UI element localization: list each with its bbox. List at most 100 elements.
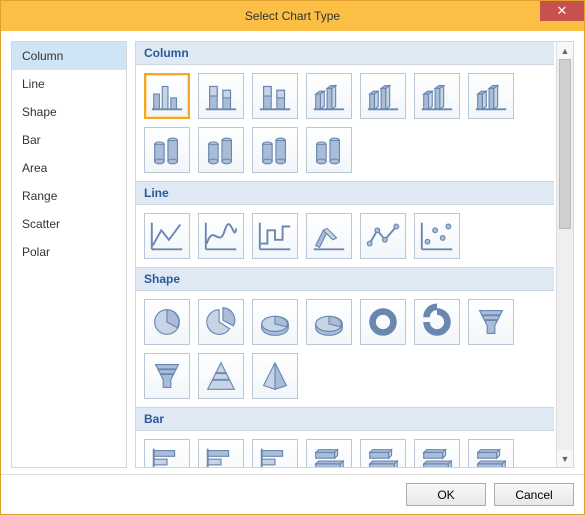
- scroll-track[interactable]: [557, 59, 573, 450]
- chart-thumb-funnel[interactable]: [468, 299, 514, 345]
- chart-thumb-3d-column[interactable]: [468, 73, 514, 119]
- 100-stacked-column-icon: [256, 77, 294, 115]
- chart-thumb-pyramid[interactable]: [198, 353, 244, 399]
- category-sidebar: ColumnLineShapeBarAreaRangeScatterPolar: [11, 41, 127, 468]
- chart-thumb-stacked-bar[interactable]: [198, 439, 244, 467]
- funnel-icon: [472, 303, 510, 341]
- chart-thumb-stacked-column[interactable]: [198, 73, 244, 119]
- pie-icon: [148, 303, 186, 341]
- scroll-up-arrow-icon[interactable]: ▲: [557, 42, 573, 59]
- 3d-pie-icon: [256, 303, 294, 341]
- 3d-clustered-bar-icon: [310, 443, 348, 467]
- 3d-exploded-pie-icon: [310, 303, 348, 341]
- exploded-pie-icon: [202, 303, 240, 341]
- dialog-footer: OK Cancel: [1, 474, 584, 514]
- sidebar-item-scatter[interactable]: Scatter: [12, 210, 126, 238]
- chart-thumb-exploded-pie[interactable]: [198, 299, 244, 345]
- chart-thumb-100-stacked-column[interactable]: [252, 73, 298, 119]
- sidebar-item-area[interactable]: Area: [12, 154, 126, 182]
- scatter-line-icon: [418, 217, 456, 255]
- funnel-3d-icon: [148, 357, 186, 395]
- 3d-stacked-bar-icon: [364, 443, 402, 467]
- chart-thumb-clustered-bar[interactable]: [144, 439, 190, 467]
- chart-thumb-step-line[interactable]: [252, 213, 298, 259]
- 3d-100-stacked-column-icon: [418, 77, 456, 115]
- chart-thumb-3d-exploded-pie[interactable]: [306, 299, 352, 345]
- thumb-grid-shape: [136, 291, 554, 407]
- spline-icon: [202, 217, 240, 255]
- 3d-column-icon: [472, 77, 510, 115]
- vertical-scrollbar[interactable]: ▲ ▼: [556, 42, 573, 467]
- 100-stacked-cylinder-icon: [256, 131, 294, 169]
- dialog-window: Select Chart Type ✕ ColumnLineShapeBarAr…: [0, 0, 585, 515]
- thumb-grid-column: [136, 65, 554, 181]
- sidebar-item-range[interactable]: Range: [12, 182, 126, 210]
- chart-thumb-spline[interactable]: [198, 213, 244, 259]
- chart-thumb-3d-line[interactable]: [306, 213, 352, 259]
- sidebar-item-polar[interactable]: Polar: [12, 238, 126, 266]
- step-line-icon: [256, 217, 294, 255]
- section-header-shape: Shape: [136, 267, 554, 291]
- cancel-button-label: Cancel: [515, 488, 552, 502]
- chart-thumb-funnel-3d[interactable]: [144, 353, 190, 399]
- chart-thumb-3d-100-stacked-column[interactable]: [414, 73, 460, 119]
- chart-thumb-3d-clustered-bar[interactable]: [306, 439, 352, 467]
- sidebar-item-column[interactable]: Column: [12, 42, 126, 70]
- clustered-cylinder-icon: [148, 131, 186, 169]
- 3d-clustered-column-icon: [310, 77, 348, 115]
- stacked-bar-icon: [202, 443, 240, 467]
- thumb-grid-bar: [136, 431, 554, 467]
- ok-button[interactable]: OK: [406, 483, 486, 506]
- chart-thumb-pie[interactable]: [144, 299, 190, 345]
- line-with-markers-icon: [364, 217, 402, 255]
- doughnut-icon: [364, 303, 402, 341]
- window-title: Select Chart Type: [245, 9, 340, 23]
- 3d-stacked-column-icon: [364, 77, 402, 115]
- ok-button-label: OK: [437, 488, 454, 502]
- chart-thumb-clustered-cylinder[interactable]: [144, 127, 190, 173]
- chart-thumb-clustered-column[interactable]: [144, 73, 190, 119]
- sidebar-item-shape[interactable]: Shape: [12, 98, 126, 126]
- scroll-down-arrow-icon[interactable]: ▼: [557, 450, 573, 467]
- pyramid-3d-icon: [256, 357, 294, 395]
- title-bar: Select Chart Type ✕: [1, 1, 584, 31]
- 3d-cylinder-icon: [310, 131, 348, 169]
- chart-thumb-exploded-doughnut[interactable]: [414, 299, 460, 345]
- chart-gallery: Column Line Shape Bar ▲ ▼: [135, 41, 574, 468]
- pyramid-icon: [202, 357, 240, 395]
- 100-stacked-bar-icon: [256, 443, 294, 467]
- chart-thumb-100-stacked-bar[interactable]: [252, 439, 298, 467]
- chart-thumb-3d-clustered-column[interactable]: [306, 73, 352, 119]
- chart-thumb-line-with-markers[interactable]: [360, 213, 406, 259]
- thumb-grid-line: [136, 205, 554, 267]
- sidebar-item-bar[interactable]: Bar: [12, 126, 126, 154]
- cancel-button[interactable]: Cancel: [494, 483, 574, 506]
- chart-thumb-100-stacked-cylinder[interactable]: [252, 127, 298, 173]
- section-header-line: Line: [136, 181, 554, 205]
- section-header-bar: Bar: [136, 407, 554, 431]
- 3d-bar-icon: [472, 443, 510, 467]
- chart-thumb-line[interactable]: [144, 213, 190, 259]
- 3d-line-icon: [310, 217, 348, 255]
- line-icon: [148, 217, 186, 255]
- chart-thumb-3d-bar[interactable]: [468, 439, 514, 467]
- section-header-column: Column: [136, 42, 554, 65]
- chart-thumb-3d-pie[interactable]: [252, 299, 298, 345]
- content-area: ColumnLineShapeBarAreaRangeScatterPolar …: [1, 31, 584, 474]
- chart-thumb-3d-cylinder[interactable]: [306, 127, 352, 173]
- close-icon: ✕: [557, 3, 568, 19]
- chart-thumb-stacked-cylinder[interactable]: [198, 127, 244, 173]
- chart-thumb-scatter-line[interactable]: [414, 213, 460, 259]
- chart-thumb-3d-stacked-column[interactable]: [360, 73, 406, 119]
- stacked-cylinder-icon: [202, 131, 240, 169]
- close-button[interactable]: ✕: [540, 1, 584, 21]
- chart-thumb-3d-stacked-bar[interactable]: [360, 439, 406, 467]
- scroll-handle[interactable]: [559, 59, 571, 229]
- sidebar-item-line[interactable]: Line: [12, 70, 126, 98]
- clustered-bar-icon: [148, 443, 186, 467]
- exploded-doughnut-icon: [418, 303, 456, 341]
- chart-thumb-3d-100-stacked-bar[interactable]: [414, 439, 460, 467]
- gallery-scroll-area: Column Line Shape Bar: [136, 42, 556, 467]
- chart-thumb-doughnut[interactable]: [360, 299, 406, 345]
- chart-thumb-pyramid-3d[interactable]: [252, 353, 298, 399]
